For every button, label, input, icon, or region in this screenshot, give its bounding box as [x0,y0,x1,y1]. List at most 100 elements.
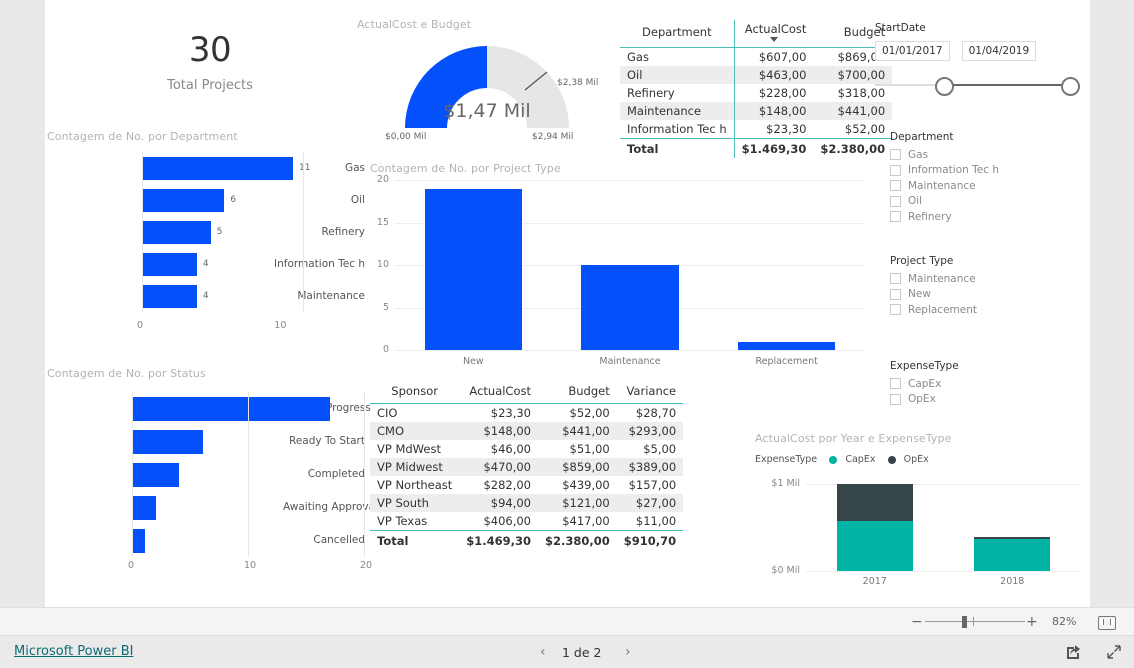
startdate-from-input[interactable]: 01/01/2017 [875,41,950,61]
column-header[interactable]: Budget [538,382,617,404]
table-row[interactable]: VP Northeast $282,00 $439,00 $157,00 [370,476,683,494]
bar[interactable] [133,528,145,553]
table-row[interactable]: Gas $607,00 $869,00 [620,47,892,66]
department-option[interactable]: Gas [890,147,1090,163]
table-row[interactable]: CMO $148,00 $441,00 $293,00 [370,422,684,440]
slider-handle-end[interactable] [1061,77,1080,96]
stacked-segment[interactable] [836,484,913,521]
share-icon[interactable] [1066,644,1082,660]
checkbox-icon[interactable] [890,378,901,390]
bar-row[interactable]: Oil 6 [45,184,365,216]
column-header[interactable]: ActualCost [459,382,538,404]
bar[interactable] [142,188,225,212]
bar-row[interactable]: Gas 11 [45,152,365,184]
bar[interactable] [142,252,197,276]
bar-row[interactable]: Information Tec h 4 [45,248,365,280]
legend-item-capex[interactable]: CapEx [829,449,887,468]
stacked-legend[interactable]: ExpenseType CapEx OpEx [755,449,936,468]
table-row[interactable]: Information Tec h $23,30 $52,00 [620,120,892,139]
bar[interactable] [133,462,180,487]
department-table[interactable]: Department ActualCost Budget Gas $607,00 $869… [620,20,893,158]
expense-type-slicer[interactable]: ExpenseType CapEx OpEx [890,360,1090,407]
department-option[interactable]: Refinery [890,209,1090,225]
stacked-segment[interactable] [974,537,1051,539]
fullscreen-icon[interactable] [1106,644,1122,660]
column-header[interactable]: Variance [616,382,684,404]
checkbox-icon[interactable] [890,304,901,316]
checkbox-icon[interactable] [890,393,901,405]
bar[interactable] [133,396,331,421]
sponsor-table[interactable]: Sponsor ActualCost Budget Variance CIO $23,30… [370,382,684,550]
column-bar[interactable] [424,188,522,350]
fit-to-page-icon[interactable] [1098,616,1116,630]
actualcost-budget-gauge[interactable]: ActualCost e Budget $1,47 Mil $0,00 Mil … [357,18,607,143]
previous-page-button[interactable]: ‹ [540,644,546,660]
table-row[interactable]: Refinery $228,00 $318,00 [620,84,892,102]
department-cost-table[interactable]: Department ActualCost Budget Gas $607,00 $869… [620,20,893,158]
table-row[interactable]: VP MdWest $46,00 $51,00 $5,00 [370,440,683,458]
bar[interactable] [142,156,294,180]
table-row[interactable]: VP South $94,00 $121,00 $27,00 [370,494,684,512]
bar-row[interactable]: Work In Progress [45,392,371,425]
checkbox-icon[interactable] [890,195,901,207]
column-bar[interactable] [738,341,836,350]
bar-row[interactable]: Ready To Start [45,425,365,458]
total-projects-card[interactable]: 30 Total Projects [45,30,375,110]
bar-row[interactable]: Refinery 5 [45,216,365,248]
startdate-slicer[interactable]: StartDate 01/01/2017 01/04/2019 [875,22,1090,102]
table-row[interactable]: Oil $463,00 $700,00 [620,66,893,84]
checkbox-icon[interactable] [890,180,901,192]
slider-handle-start[interactable] [935,77,954,96]
department-slicer[interactable]: Department Gas Information Tec h Maintenan… [890,131,1090,225]
department-option[interactable]: Oil [890,194,1090,210]
department-option[interactable]: Maintenance [890,178,1090,194]
count-by-project-type-chart[interactable]: Contagem de No. por Project Type 0 5 10 15 2… [365,162,875,372]
table-row[interactable]: VP Midwest $470,00 $859,00 $389,00 [370,458,684,476]
stacked-segment[interactable] [974,538,1051,571]
stacked-segment[interactable] [836,520,913,571]
project-type-option[interactable]: Maintenance [890,271,1090,287]
expense-type-option[interactable]: CapEx [890,376,1090,392]
microsoft-power-bi-link[interactable]: Microsoft Power BI [14,644,133,659]
count-by-department-chart[interactable]: Contagem de No. por Department Gas 11 Oil 6… [45,130,365,345]
project-type-option[interactable]: Replacement [890,302,1090,318]
column-header[interactable]: Sponsor [370,382,460,404]
project-type-slicer-items[interactable]: Maintenance New Replacement [890,271,1090,318]
bar-row[interactable]: Completed [45,458,365,491]
startdate-to-input[interactable]: 01/04/2019 [961,41,1037,61]
zoom-out-button[interactable]: − [911,608,923,636]
bar[interactable] [133,429,203,454]
checkbox-icon[interactable] [890,149,901,161]
column-header[interactable]: Department [620,20,735,48]
checkbox-icon[interactable] [890,211,901,223]
table-row[interactable]: CIO $23,30 $52,00 $28,70 [370,404,683,423]
sponsor-cost-table[interactable]: Sponsor ActualCost Budget Variance CIO $23,30… [370,382,684,550]
table-row[interactable]: Maintenance $148,00 $441,00 [620,102,893,120]
checkbox-icon[interactable] [890,288,901,300]
checkbox-icon[interactable] [890,273,901,285]
bar-row[interactable]: Cancelled [45,524,365,557]
column-bar[interactable] [581,265,679,350]
zoom-slider-handle[interactable] [962,616,967,628]
expense-type-slicer-items[interactable]: CapEx OpEx [890,376,1090,407]
bar-row[interactable]: Awaiting Approval [45,491,378,524]
zoom-in-button[interactable]: + [1026,608,1038,636]
department-option[interactable]: Information Tec h [890,163,1090,179]
next-page-button[interactable]: › [625,644,631,660]
startdate-range-slider[interactable] [875,71,1090,99]
expense-type-option[interactable]: OpEx [890,392,1090,408]
actualcost-by-year-expensetype-chart[interactable]: ActualCost por Year e ExpenseType Expens… [750,432,1090,597]
column-header[interactable]: ActualCost [733,20,814,48]
department-slicer-items[interactable]: Gas Information Tec h Maintenance Oil Refine… [890,147,1090,225]
table-row[interactable]: VP Texas $406,00 $417,00 $11,00 [370,512,683,531]
bar[interactable] [142,220,211,244]
zoom-slider-track[interactable] [925,621,1025,622]
project-type-slicer[interactable]: Project Type Maintenance New Replacement [890,255,1090,318]
checkbox-icon[interactable] [890,164,901,176]
project-type-option[interactable]: New [890,287,1090,303]
count-by-status-chart[interactable]: Contagem de No. por Status Work In Progr… [45,367,378,602]
bar[interactable] [133,495,157,520]
bar-row[interactable]: Maintenance 4 [45,280,365,312]
legend-item-opex[interactable]: OpEx [887,449,936,468]
bar[interactable] [142,284,197,308]
